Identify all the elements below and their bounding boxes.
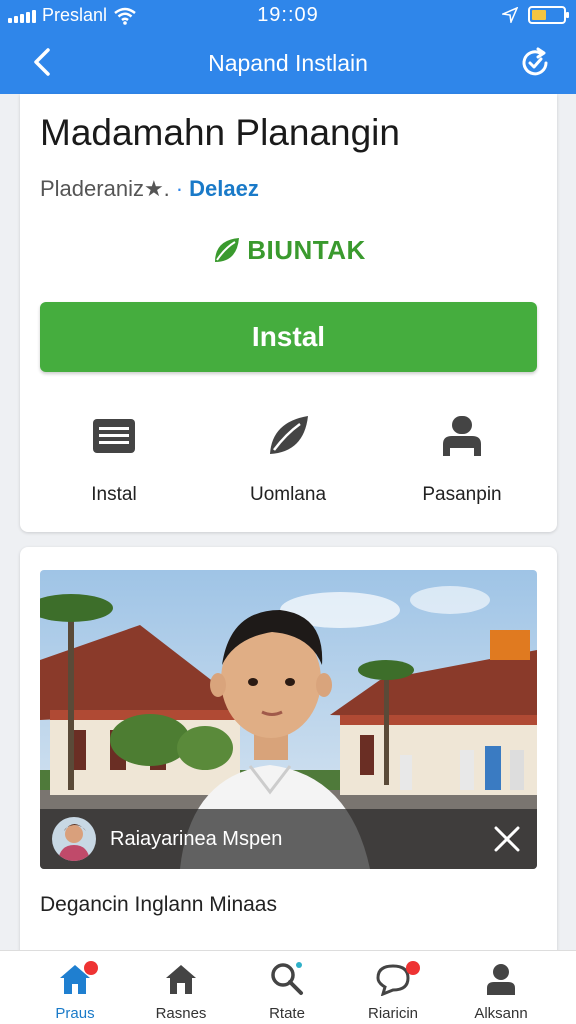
top-nav-bar: Napand Instlain (0, 32, 576, 94)
store-icon (166, 965, 196, 994)
action-pasanpin[interactable]: Pasanpin (382, 412, 542, 506)
app-title: Madamahn Planangin (40, 112, 400, 153)
notification-badge (84, 961, 98, 975)
action-row: Instal Uomlana Pasanpin (20, 412, 557, 512)
developer-row: Pladeraniz★. · Delaez (40, 176, 259, 202)
leaf-logo-icon (215, 238, 240, 262)
action-label: Instal (91, 484, 137, 505)
developer-name: Pladeraniz★. (40, 176, 170, 201)
brand-name: BIUNTAK (247, 234, 366, 265)
install-button[interactable]: Instal (40, 302, 537, 372)
caption-bar: Raiayarinea Mspen (40, 809, 537, 869)
tab-praus[interactable]: Praus (20, 959, 130, 1022)
battery-icon (528, 6, 569, 24)
tab-rtate[interactable]: Rtate (232, 959, 342, 1022)
tab-alksann[interactable]: Alksann (446, 959, 556, 1022)
close-icon[interactable] (491, 823, 523, 855)
media-card: Raiayarinea Mspen Degancin Inglann Minaa… (20, 547, 557, 957)
action-label: Uomlana (249, 484, 327, 505)
brand-logo: BIUNTAK (20, 234, 557, 266)
avatar[interactable] (52, 817, 96, 861)
developer-link[interactable]: Delaez (189, 176, 259, 202)
status-right (502, 6, 569, 24)
action-instal[interactable]: Instal (34, 412, 194, 506)
leaf-icon (270, 416, 308, 454)
media-description: Degancin Inglann Minaas (40, 893, 277, 916)
tab-rasnes[interactable]: Rasnes (126, 959, 236, 1022)
tab-riaricin[interactable]: Riaricin (338, 959, 448, 1022)
tab-label: Praus (55, 1005, 95, 1022)
page-title: Napand Instlain (208, 50, 368, 76)
tab-label: Riaricin (367, 1005, 418, 1022)
avatar-photo (52, 817, 96, 861)
app-info-card: Madamahn Planangin Pladeraniz★. · Delaez… (20, 94, 557, 532)
search-icon (271, 962, 303, 995)
refresh-icon[interactable] (518, 46, 552, 80)
action-uomlana[interactable]: Uomlana (208, 412, 368, 506)
profile-icon (487, 964, 515, 995)
separator-dot: · (175, 176, 184, 201)
tab-label: Alksann (474, 1005, 528, 1022)
status-time: 19::09 (257, 4, 319, 26)
action-label: Pasanpin (422, 484, 502, 505)
status-bar: Preslanl 19::09 (0, 0, 576, 32)
tab-label: Rasnes (155, 1005, 207, 1022)
bottom-nav: Praus Rasnes Rtate Riaricin Alksann (0, 950, 576, 1024)
person-icon (443, 416, 481, 456)
location-arrow-icon (502, 7, 518, 23)
notification-badge (406, 961, 420, 975)
featured-photo[interactable]: Raiayarinea Mspen (40, 570, 537, 869)
tab-label: Rtate (269, 1005, 305, 1022)
caption-text: Raiayarinea Mspen (110, 827, 283, 850)
keyboard-icon (93, 419, 135, 453)
